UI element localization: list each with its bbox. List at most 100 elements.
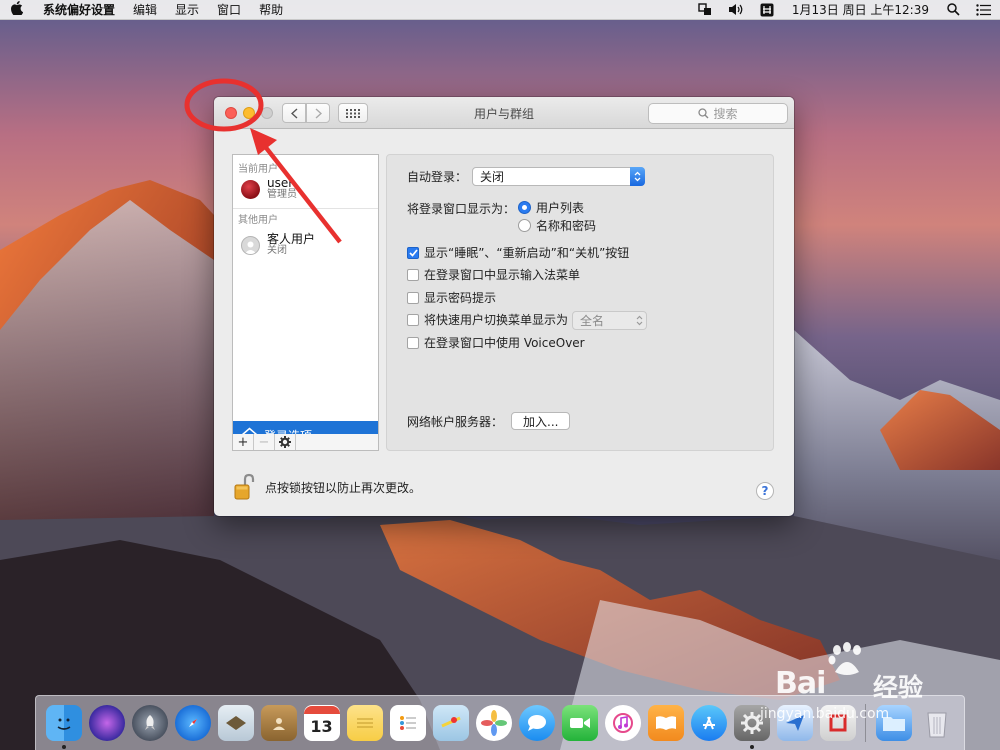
radio-user-list-control [518,201,531,214]
notes-icon[interactable] [346,705,383,741]
login-options-pane: 自动登录： 关闭 将登录窗口显示为： 用户列表 名称和密码 显示“睡眠”、“重新… [386,154,774,451]
finder-icon[interactable] [45,705,82,749]
updown-arrows-icon [632,311,647,330]
user-role: 管理员 [267,189,297,200]
app-store-icon[interactable] [690,705,727,741]
auto-login-popup[interactable]: 关闭 [472,167,646,186]
notification-center-icon[interactable] [968,3,1000,16]
auto-login-row: 自动登录： 关闭 [407,167,646,186]
radio-name-password-label: 名称和密码 [536,219,597,233]
checkbox-fast-switch-control [407,313,419,326]
checkbox-input-menu-control [407,268,419,281]
user-row-guest[interactable]: 客人用户 关闭 [233,228,378,262]
safari-compass-icon[interactable] [174,705,211,741]
menu-app-name[interactable]: 系统偏好设置 [34,1,124,18]
menu-view[interactable]: 显示 [166,1,208,18]
checkbox-input-menu[interactable]: 在登录窗口中显示输入法菜单 [407,266,580,283]
checkmark-icon [407,246,419,259]
user-name: user [267,176,294,190]
messages-icon[interactable] [518,705,555,741]
other-users-header: 其他用户 [238,215,278,226]
contacts-icon[interactable] [260,705,297,741]
checkbox-voiceover-label: 在登录窗口中使用 VoiceOver [424,336,585,350]
current-users-header: 当前用户 [238,164,278,175]
mail-eagle-icon[interactable] [217,705,254,741]
checkbox-input-menu-label: 在登录窗口中显示输入法菜单 [424,268,581,282]
users-groups-window: 用户与群组 搜索 当前用户 user 管理员 其他用户 客人用户 关闭 + − … [214,97,794,516]
user-avatar [241,179,260,199]
checkbox-password-hints-label: 显示密码提示 [424,291,497,305]
ibooks-icon[interactable] [647,705,684,741]
menu-bar-status-area: 1月13日 周日 上午12:39 [690,0,1000,20]
search-icon [698,108,709,119]
checkbox-password-hints-control [407,291,419,304]
auto-login-label: 自动登录： [407,170,468,184]
apple-menu-icon[interactable] [0,0,34,19]
trash-icon[interactable] [919,705,955,741]
radio-name-password-control [518,219,531,232]
checkbox-password-hints[interactable]: 显示密码提示 [407,289,496,306]
search-placeholder: 搜索 [713,107,738,121]
running-indicator [61,745,66,749]
menu-help[interactable]: 帮助 [250,1,292,18]
facetime-icon[interactable] [561,705,598,741]
calendar-day: 13 [310,717,333,736]
checkbox-voiceover[interactable]: 在登录窗口中使用 VoiceOver [407,334,585,351]
guest-user-name: 客人用户 [267,232,316,246]
launchpad-rocket-icon[interactable] [131,705,168,741]
user-row-current[interactable]: user 管理员 [233,172,378,206]
volume-icon[interactable] [720,3,752,16]
radio-user-list-label: 用户列表 [536,201,585,215]
unlocked-padlock-icon[interactable] [234,473,256,501]
system-preferences-gear-icon[interactable] [733,705,770,749]
fast-switch-popup[interactable]: 全名 [572,311,647,330]
paper-plane-app-icon[interactable] [776,705,813,741]
parallels-icon[interactable] [819,705,856,741]
join-button[interactable]: 加入... [511,412,571,430]
fast-switch-value: 全名 [580,314,605,328]
downloads-folder-icon[interactable] [875,705,912,741]
dock: 13 [35,695,965,750]
running-indicator [749,745,754,749]
maps-icon[interactable] [432,705,469,741]
spotlight-search-icon[interactable] [939,3,968,16]
checkbox-voiceover-control [407,336,419,349]
display-as-label: 将登录窗口显示为： [407,202,516,216]
search-input[interactable]: 搜索 [648,103,788,124]
checkbox-sleep-restart-shutdown[interactable]: 显示“睡眠”、“重新启动”和“关机”按钮 [407,244,629,261]
checkbox-sleep-label: 显示“睡眠”、“重新启动”和“关机”按钮 [424,246,630,260]
user-actions-button[interactable] [275,434,296,450]
calendar-icon[interactable]: 13 [303,705,340,741]
dock-separator [865,704,866,742]
add-user-button[interactable]: + [233,434,254,450]
keyboard-input-icon[interactable] [752,3,782,17]
gear-icon [279,436,291,448]
radio-user-list[interactable]: 用户列表 [518,199,584,216]
auto-login-value: 关闭 [480,170,505,184]
help-button[interactable]: ? [756,482,774,500]
input-source-icon[interactable] [690,3,720,16]
updown-arrows-icon [630,167,646,186]
reminders-icon[interactable] [389,705,426,741]
list-divider [233,208,378,209]
network-server-row: 网络帐户服务器： 加入... [407,412,571,430]
photos-icon[interactable] [475,705,512,741]
menu-edit[interactable]: 编辑 [124,1,166,18]
network-server-label: 网络帐户服务器： [407,414,504,429]
lock-row: 点按锁按钮以防止再次更改。 [234,473,421,501]
itunes-music-icon[interactable] [604,705,641,741]
remove-user-button[interactable]: − [254,434,275,450]
siri-icon[interactable] [88,705,125,741]
radio-name-password[interactable]: 名称和密码 [518,217,596,234]
lock-instruction-text: 点按锁按钮以防止再次更改。 [265,480,422,495]
menu-window[interactable]: 窗口 [208,1,250,18]
menu-bar-clock[interactable]: 1月13日 周日 上午12:39 [782,1,939,18]
user-list: 当前用户 user 管理员 其他用户 客人用户 关闭 登录选项 [232,154,379,450]
menu-bar: 系统偏好设置 编辑 显示 窗口 帮助 1月13日 周日 上午12:39 [0,0,1000,20]
checkbox-fast-user-switching[interactable]: 将快速用户切换菜单显示为 [407,311,568,328]
checkbox-fast-switch-label: 将快速用户切换菜单显示为 [424,313,569,327]
guest-avatar-icon [241,235,260,255]
user-list-toolbar: + − [232,434,379,451]
window-titlebar[interactable]: 用户与群组 搜索 [214,97,794,129]
guest-user-status: 关闭 [267,245,287,256]
